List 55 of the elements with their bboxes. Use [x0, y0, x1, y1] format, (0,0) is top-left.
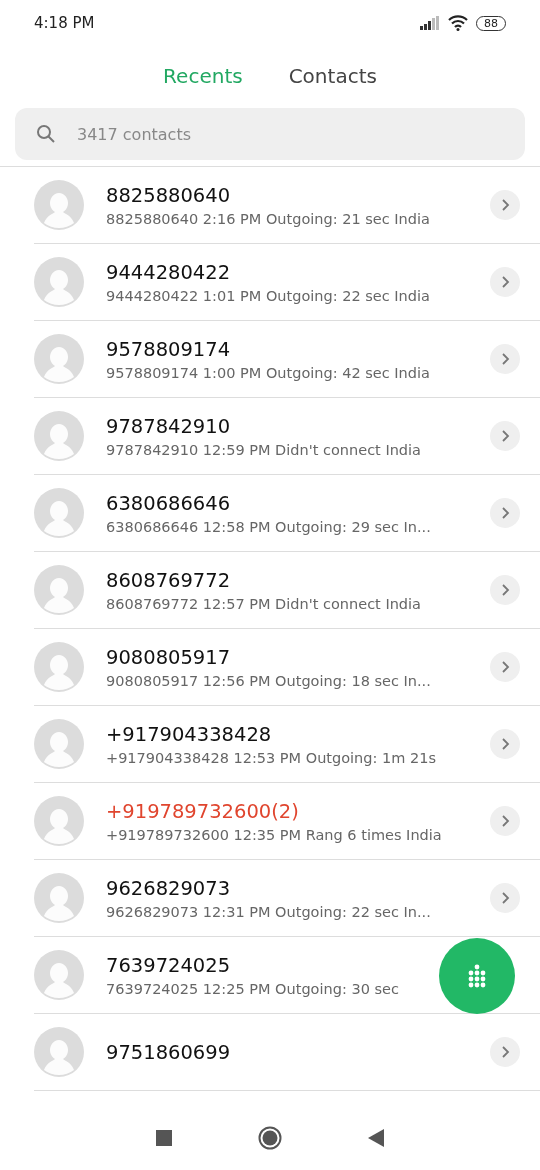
avatar-icon	[34, 257, 84, 307]
caller-number: 9444280422	[106, 260, 232, 284]
chevron-icon[interactable]	[490, 344, 520, 374]
chevron-icon[interactable]	[490, 883, 520, 913]
caller-number: +917904338428	[106, 722, 273, 746]
chevron-icon[interactable]	[490, 729, 520, 759]
caller-number: 8825880640	[106, 183, 232, 207]
call-details: 6380686646 12:58 PM Outgoing: 29 sec In...	[106, 518, 432, 535]
avatar-icon	[34, 719, 84, 769]
chevron-icon[interactable]	[490, 190, 520, 220]
chevron-icon[interactable]	[490, 575, 520, 605]
call-details: 9578809174 1:00 PM Outgoing: 42 sec India	[106, 364, 431, 381]
caller-number: 7639724025	[106, 953, 232, 977]
chevron-icon[interactable]	[490, 1037, 520, 1067]
search-field[interactable]: 3417 contacts	[15, 108, 525, 160]
tab[interactable]: Contacts	[288, 64, 377, 88]
call-details: 8608769772 12:57 PM Didn't connect India	[106, 595, 422, 612]
avatar-icon	[34, 1027, 84, 1077]
avatar-icon	[34, 180, 84, 230]
call-details: 9787842910 12:59 PM Didn't connect India	[106, 441, 422, 458]
clock-time: 4:18 PM	[34, 14, 95, 32]
dialpad-button[interactable]	[439, 938, 515, 1014]
caller-number: 9080805917	[106, 645, 232, 669]
chevron-icon[interactable]	[490, 498, 520, 528]
wifi-icon	[448, 15, 468, 31]
home-icon[interactable]	[258, 1126, 282, 1150]
avatar-icon	[34, 796, 84, 846]
call-details: 9080805917 12:56 PM Outgoing: 18 sec In...	[106, 672, 432, 689]
call-details: 9444280422 1:01 PM Outgoing: 22 sec India	[106, 287, 431, 304]
caller-number: 9787842910	[106, 414, 232, 438]
signal-icon	[420, 16, 440, 30]
call-details: 8825880640 2:16 PM Outgoing: 21 sec India	[106, 210, 431, 227]
chevron-icon[interactable]	[490, 652, 520, 682]
avatar-icon	[34, 488, 84, 538]
avatar-icon	[34, 565, 84, 615]
call-details: +919789732600 12:35 PM Rang 6 times India	[106, 826, 443, 843]
avatar-icon	[34, 642, 84, 692]
call-details: 7639724025 12:25 PM Outgoing: 30 sec	[106, 980, 400, 997]
avatar-icon	[34, 873, 84, 923]
caller-number: 9578809174	[106, 337, 232, 361]
call-details: 9626829073 12:31 PM Outgoing: 22 sec In...	[106, 903, 432, 920]
caller-number: 8608769772	[106, 568, 232, 592]
avatar-icon	[34, 411, 84, 461]
call-details: +917904338428 12:53 PM Outgoing: 1m 21s	[106, 749, 437, 766]
back-icon[interactable]	[368, 1129, 384, 1147]
caller-number: +919789732600(2)	[106, 799, 300, 823]
avatar-icon	[34, 334, 84, 384]
search-icon	[36, 124, 56, 144]
chevron-icon[interactable]	[490, 806, 520, 836]
caller-number: 9751860699	[106, 1040, 232, 1064]
caller-number: 9626829073	[106, 876, 232, 900]
caller-number: 6380686646	[106, 491, 232, 515]
chevron-icon[interactable]	[490, 421, 520, 451]
chevron-icon[interactable]	[490, 267, 520, 297]
avatar-icon	[34, 950, 84, 1000]
